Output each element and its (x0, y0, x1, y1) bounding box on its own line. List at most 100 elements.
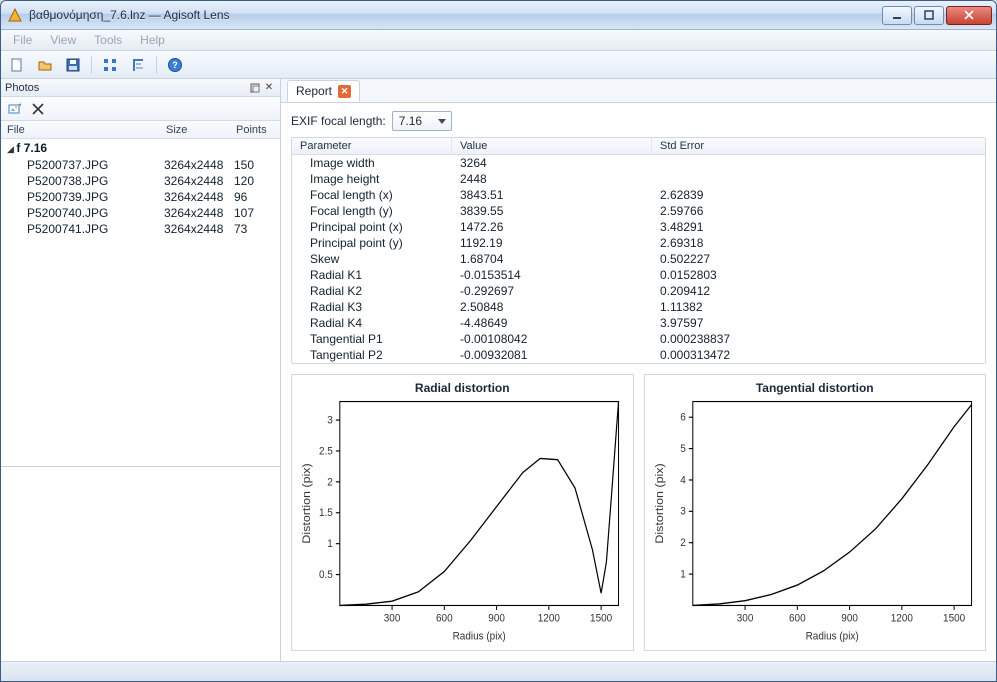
close-button[interactable] (946, 6, 992, 25)
save-button[interactable] (61, 54, 85, 76)
parameter-value: -0.00932081 (452, 347, 652, 363)
tab-strip: Report ✕ (281, 79, 996, 103)
panel-float-icon[interactable] (248, 81, 262, 95)
svg-text:600: 600 (436, 612, 453, 625)
parameter-name: Radial K2 (292, 283, 452, 299)
svg-text:2: 2 (327, 476, 333, 489)
parameter-row[interactable]: Tangential P1-0.001080420.000238837 (292, 331, 985, 347)
col-parameter[interactable]: Parameter (292, 138, 452, 154)
detect-button[interactable] (98, 54, 122, 76)
photo-row[interactable]: P5200741.JPG3264x244873 (1, 221, 280, 237)
parameter-name: Focal length (x) (292, 187, 452, 203)
photo-filename: P5200737.JPG (27, 158, 164, 172)
parameter-value: -0.0153514 (452, 267, 652, 283)
parameter-stderr: 3.97597 (652, 315, 985, 331)
parameter-row[interactable]: Image width3264 (292, 155, 985, 171)
tab-close-icon[interactable]: ✕ (338, 85, 351, 98)
parameter-value: -0.292697 (452, 283, 652, 299)
photo-size: 3264x2448 (164, 222, 234, 236)
parameter-stderr: 0.000238837 (652, 331, 985, 347)
photo-row[interactable]: P5200737.JPG3264x2448150 (1, 157, 280, 173)
svg-text:3: 3 (327, 414, 333, 427)
svg-text:6: 6 (680, 411, 686, 424)
parameter-row[interactable]: Principal point (x)1472.263.48291 (292, 219, 985, 235)
chart-radial-title: Radial distortion (298, 381, 627, 395)
photo-points: 150 (234, 158, 274, 172)
col-size[interactable]: Size (160, 124, 230, 136)
menu-help[interactable]: Help (132, 31, 173, 49)
toolbar: ? (1, 51, 996, 79)
parameter-header: Parameter Value Std Error (292, 138, 985, 155)
help-button[interactable]: ? (163, 54, 187, 76)
parameter-row[interactable]: Radial K2-0.2926970.209412 (292, 283, 985, 299)
parameter-stderr: 2.69318 (652, 235, 985, 251)
svg-text:300: 300 (736, 612, 753, 625)
report-body: EXIF focal length: 7.16 Parameter Value … (281, 103, 996, 661)
parameter-value: -0.00108042 (452, 331, 652, 347)
parameter-row[interactable]: Focal length (x)3843.512.62839 (292, 187, 985, 203)
parameter-row[interactable]: Radial K32.508481.11382 (292, 299, 985, 315)
add-photos-icon[interactable]: + (5, 100, 23, 118)
minimize-button[interactable] (882, 6, 912, 25)
parameter-row[interactable]: Tangential P2-0.009320810.000313472 (292, 347, 985, 363)
svg-text:1500: 1500 (943, 612, 965, 625)
svg-text:2: 2 (680, 537, 686, 550)
photo-filename: P5200738.JPG (27, 174, 164, 188)
col-points[interactable]: Points (230, 124, 280, 136)
svg-text:1200: 1200 (538, 612, 560, 625)
svg-text:600: 600 (789, 612, 806, 625)
parameter-row[interactable]: Focal length (y)3839.552.59766 (292, 203, 985, 219)
status-bar (1, 661, 996, 681)
svg-text:900: 900 (841, 612, 858, 625)
photo-row[interactable]: P5200738.JPG3264x2448120 (1, 173, 280, 189)
col-file[interactable]: File (1, 124, 160, 136)
maximize-button[interactable] (914, 6, 944, 25)
open-button[interactable] (33, 54, 57, 76)
svg-text:1500: 1500 (590, 612, 612, 625)
svg-text:+: + (19, 102, 21, 109)
photos-group[interactable]: f 7.16 (1, 139, 280, 157)
parameter-row[interactable]: Skew1.687040.502227 (292, 251, 985, 267)
photo-row[interactable]: P5200739.JPG3264x244896 (1, 189, 280, 205)
menu-tools[interactable]: Tools (86, 31, 130, 49)
photo-size: 3264x2448 (164, 206, 234, 220)
photo-points: 73 (234, 222, 274, 236)
parameter-row[interactable]: Radial K1-0.01535140.0152803 (292, 267, 985, 283)
parameter-stderr (652, 171, 985, 187)
parameter-value: 3264 (452, 155, 652, 171)
parameter-name: Tangential P1 (292, 331, 452, 347)
col-stderr[interactable]: Std Error (652, 138, 985, 154)
report-area: Report ✕ EXIF focal length: 7.16 Paramet… (281, 79, 996, 661)
panel-close-icon[interactable]: ✕ (262, 81, 276, 95)
photo-points: 120 (234, 174, 274, 188)
parameter-value: 1192.19 (452, 235, 652, 251)
parameter-stderr (652, 155, 985, 171)
svg-text:Radius (pix): Radius (pix) (453, 630, 506, 643)
chart-tangential: Tangential distortion 300600900120015001… (644, 374, 987, 651)
charts-row: Radial distortion 300600900120015000.511… (291, 374, 986, 651)
photo-size: 3264x2448 (164, 158, 234, 172)
svg-text:300: 300 (384, 612, 401, 625)
parameter-row[interactable]: Radial K4-4.486493.97597 (292, 315, 985, 331)
tab-report[interactable]: Report ✕ (287, 80, 360, 102)
parameter-row[interactable]: Image height2448 (292, 171, 985, 187)
parameter-stderr: 0.502227 (652, 251, 985, 267)
col-value[interactable]: Value (452, 138, 652, 154)
parameter-value: 2448 (452, 171, 652, 187)
menu-view[interactable]: View (42, 31, 84, 49)
lower-empty-panel (1, 466, 280, 661)
svg-text:?: ? (172, 60, 178, 70)
photos-panel-header: Photos ✕ (1, 79, 280, 97)
parameter-row[interactable]: Principal point (y)1192.192.69318 (292, 235, 985, 251)
title-bar: βαθμονόμηση_7.6.lnz — Agisoft Lens (1, 1, 996, 30)
photos-tree[interactable]: f 7.16 P5200737.JPG3264x2448150P5200738.… (1, 139, 280, 466)
photo-filename: P5200741.JPG (27, 222, 164, 236)
photo-row[interactable]: P5200740.JPG3264x2448107 (1, 205, 280, 221)
parameter-value: -4.48649 (452, 315, 652, 331)
tab-report-label: Report (296, 84, 332, 98)
menu-file[interactable]: File (5, 31, 40, 49)
focal-select[interactable]: 7.16 (392, 111, 452, 131)
calibrate-button[interactable] (126, 54, 150, 76)
remove-photos-icon[interactable] (29, 100, 47, 118)
new-button[interactable] (5, 54, 29, 76)
